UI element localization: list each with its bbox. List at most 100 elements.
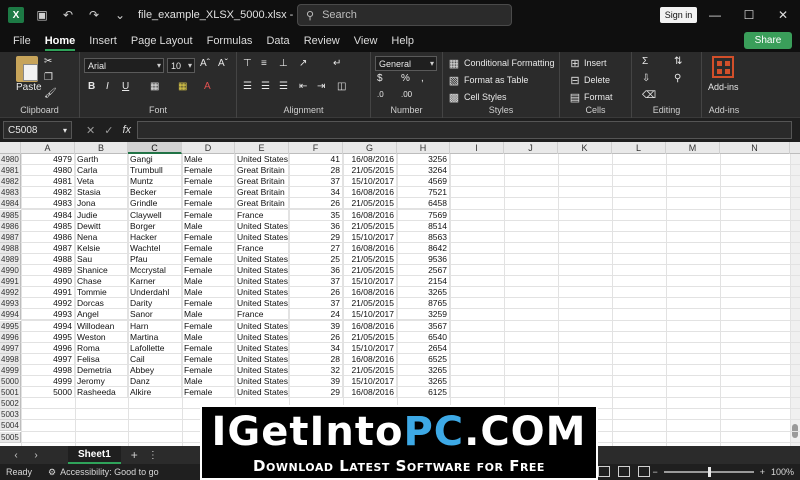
cell-a[interactable]: 4997 xyxy=(21,353,75,365)
cell-f[interactable]: 26 xyxy=(289,198,343,210)
cell-g[interactable]: 15/10/2017 xyxy=(343,176,397,188)
undo-icon[interactable]: ↶ xyxy=(60,7,76,23)
percent-icon[interactable]: % xyxy=(401,73,410,84)
cell-f[interactable]: 34 xyxy=(289,342,343,354)
minimize-icon[interactable]: — xyxy=(698,0,732,30)
row-header[interactable]: 5002 xyxy=(0,398,21,410)
cell-a[interactable]: 4981 xyxy=(21,176,75,188)
name-box[interactable]: C5008 ▾ xyxy=(3,121,72,139)
accessibility-status[interactable]: ⚙ Accessibility: Good to go xyxy=(48,467,159,478)
cell-h[interactable]: 2654 xyxy=(397,342,450,354)
merge-center-icon[interactable]: ◫ xyxy=(337,81,346,92)
cell-h[interactable]: 7521 xyxy=(397,187,450,199)
normal-view-icon[interactable] xyxy=(598,466,610,477)
row-header[interactable]: 4983 xyxy=(0,187,21,199)
tab-page-layout[interactable]: Page Layout xyxy=(124,30,200,52)
cell-e[interactable]: United States xyxy=(235,331,289,343)
close-icon[interactable]: ✕ xyxy=(766,0,800,30)
cell-h[interactable]: 3256 xyxy=(397,154,450,165)
cell-d[interactable]: Female xyxy=(182,187,235,199)
cell-d[interactable]: Male xyxy=(182,220,235,232)
cell-b[interactable]: Jeromy xyxy=(75,376,128,387)
cell-e[interactable]: Great Britain xyxy=(235,198,289,210)
align-top-icon[interactable]: ⊤ xyxy=(243,58,252,69)
cell-g[interactable]: 16/08/2016 xyxy=(343,320,397,332)
insert-function-button[interactable]: fx xyxy=(122,124,131,136)
cell-e[interactable]: Great Britain xyxy=(235,176,289,188)
cell-b[interactable]: Nena xyxy=(75,231,128,243)
cell-g[interactable]: 21/05/2015 xyxy=(343,298,397,310)
tab-help[interactable]: Help xyxy=(384,30,421,52)
cell-b[interactable]: Roma xyxy=(75,342,128,354)
cell-h[interactable]: 3264 xyxy=(397,165,450,177)
cell-b[interactable]: Felisa xyxy=(75,353,128,365)
cell-d[interactable]: Male xyxy=(182,287,235,299)
font-color-icon[interactable]: A xyxy=(204,81,211,92)
cell-a[interactable]: 4983 xyxy=(21,198,75,210)
cell-e[interactable]: United States xyxy=(235,298,289,310)
cell-d[interactable]: Female xyxy=(182,242,235,254)
cell-c[interactable]: Lafollette xyxy=(128,342,182,354)
row-header[interactable]: 4993 xyxy=(0,298,21,310)
cell-c[interactable]: Sanor xyxy=(128,309,182,321)
cell-e[interactable]: United States xyxy=(235,253,289,265)
row-header[interactable]: 4985 xyxy=(0,209,21,221)
enter-icon[interactable]: ✓ xyxy=(104,124,113,137)
column-header-d[interactable]: D xyxy=(182,142,235,154)
cell-d[interactable]: Male xyxy=(182,309,235,321)
cell-g[interactable]: 16/08/2016 xyxy=(343,242,397,254)
cell-e[interactable]: Great Britain xyxy=(235,187,289,199)
cell-c[interactable]: Wachtel xyxy=(128,242,182,254)
cell-c[interactable]: Darity xyxy=(128,298,182,310)
cell-g[interactable]: 16/08/2016 xyxy=(343,187,397,199)
cell-d[interactable]: Female xyxy=(182,298,235,310)
cell-c[interactable]: Hacker xyxy=(128,231,182,243)
cell-b[interactable]: Carla xyxy=(75,165,128,177)
search-input[interactable]: ⚲ Search xyxy=(297,4,512,26)
cell-e[interactable]: United States xyxy=(235,376,289,387)
cell-c[interactable]: Underdahl xyxy=(128,287,182,299)
cell-a[interactable]: 4988 xyxy=(21,253,75,265)
delete-cells-button[interactable]: ⊟ Delete xyxy=(568,73,610,87)
row-header[interactable]: 5001 xyxy=(0,387,21,399)
column-header-k[interactable]: K xyxy=(558,142,612,154)
cell-e[interactable]: France xyxy=(235,242,289,254)
cell-a[interactable]: 4991 xyxy=(21,287,75,299)
cell-g[interactable]: 21/05/2015 xyxy=(343,265,397,276)
zoom-level[interactable]: 100% xyxy=(771,467,794,477)
tab-formulas[interactable]: Formulas xyxy=(200,30,260,52)
zoom-slider[interactable] xyxy=(663,467,754,477)
cell-c[interactable]: Harn xyxy=(128,320,182,332)
cell-b[interactable]: Veta xyxy=(75,176,128,188)
cell-h[interactable]: 7569 xyxy=(397,209,450,221)
cell-c[interactable]: Gangi xyxy=(128,154,182,165)
row-header[interactable]: 5000 xyxy=(0,376,21,387)
row-header[interactable]: 4996 xyxy=(0,331,21,343)
cell-f[interactable]: 35 xyxy=(289,209,343,221)
currency-icon[interactable]: $ xyxy=(377,73,383,84)
select-all-corner[interactable] xyxy=(0,142,21,154)
more-sheets-icon[interactable]: ⋮ xyxy=(148,450,158,461)
cell-d[interactable]: Female xyxy=(182,320,235,332)
clear-icon[interactable]: ⌫ xyxy=(642,90,656,101)
cell-h[interactable]: 3567 xyxy=(397,320,450,332)
cell-e[interactable]: United States xyxy=(235,276,289,288)
cell-d[interactable]: Female xyxy=(182,364,235,376)
format-cells-button[interactable]: ▤ Format xyxy=(568,90,613,104)
cell-b[interactable]: Tommie xyxy=(75,287,128,299)
row-header[interactable]: 5005 xyxy=(0,431,21,443)
align-left-icon[interactable]: ☰ xyxy=(243,81,252,92)
cell-g[interactable]: 16/08/2016 xyxy=(343,154,397,165)
cell-f[interactable]: 28 xyxy=(289,353,343,365)
cell-b[interactable]: Weston xyxy=(75,331,128,343)
cell-h[interactable]: 2567 xyxy=(397,265,450,276)
column-header-g[interactable]: G xyxy=(343,142,397,154)
row-header[interactable]: 4992 xyxy=(0,287,21,299)
decrease-indent-icon[interactable]: ⇤ xyxy=(299,81,307,92)
cell-h[interactable]: 8514 xyxy=(397,220,450,232)
cell-d[interactable]: Female xyxy=(182,265,235,276)
cell-c[interactable]: Danz xyxy=(128,376,182,387)
row-header[interactable]: 4984 xyxy=(0,198,21,210)
column-header-m[interactable]: M xyxy=(666,142,720,154)
font-size-select[interactable]: 10 ▾ xyxy=(167,58,195,73)
